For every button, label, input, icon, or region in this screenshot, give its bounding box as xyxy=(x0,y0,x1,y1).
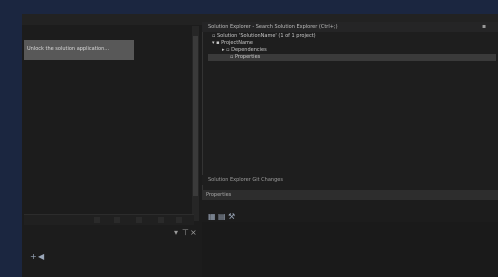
toolbar-tab-4[interactable] xyxy=(158,217,164,223)
tree-item-project[interactable]: ▾ ▪ ProjectName xyxy=(208,40,496,47)
ide-window: Unlock the solution application... ▾ ⊤ ×… xyxy=(22,14,498,277)
properties-body xyxy=(202,222,498,277)
solution-explorer-header: Solution Explorer - Search Solution Expl… xyxy=(202,22,498,32)
explorer-tab-strip: Solution Explorer Git Changes xyxy=(202,175,498,185)
tree-item-dependencies[interactable]: ▸ ▫ Dependencies xyxy=(208,47,496,54)
toolbar-tab-1[interactable] xyxy=(94,217,100,223)
left-bottom-toolbar xyxy=(24,214,194,225)
notice-banner[interactable]: Unlock the solution application... xyxy=(24,40,134,60)
toolbar-tab-3[interactable] xyxy=(136,217,142,223)
tree-item-solution[interactable]: ▫ Solution 'SolutionName' (1 of 1 projec… xyxy=(208,33,496,40)
add-icon[interactable]: + xyxy=(30,252,37,261)
toolbar-tab-5[interactable] xyxy=(176,217,182,223)
file-icon: ▫ xyxy=(230,54,234,60)
project-icon: ▪ xyxy=(216,40,220,46)
speaker-icon[interactable]: ◀ xyxy=(38,252,44,261)
solution-explorer-title: Solution Explorer - Search Solution Expl… xyxy=(208,24,338,30)
properties-title: Properties xyxy=(206,192,232,198)
expand-icon[interactable]: ▾ xyxy=(212,40,215,46)
panel-dropdown-icon[interactable]: ▾ xyxy=(174,228,178,237)
toolbar-tab-2[interactable] xyxy=(114,217,120,223)
alphabetical-icon[interactable]: ▤ xyxy=(218,212,226,221)
panel-close-icon[interactable]: × xyxy=(190,228,197,237)
panel-pin-icon[interactable]: ⊤ xyxy=(182,228,189,237)
expand-icon[interactable]: ▸ xyxy=(222,47,225,53)
solution-tree: ▫ Solution 'SolutionName' (1 of 1 projec… xyxy=(208,33,496,61)
explorer-tabs-text[interactable]: Solution Explorer Git Changes xyxy=(208,177,283,183)
properties-header: Properties xyxy=(202,190,498,200)
editor-scroll-thumb[interactable] xyxy=(193,36,198,196)
pin-icon[interactable]: ▪ xyxy=(482,23,486,30)
notice-text: Unlock the solution application... xyxy=(27,46,110,52)
wrench-icon[interactable]: ⚒ xyxy=(228,212,235,221)
solution-icon: ▫ xyxy=(212,33,216,39)
categorized-icon[interactable]: ▦ xyxy=(208,212,216,221)
folder-icon: ▫ xyxy=(226,47,230,53)
tree-item-properties[interactable]: ▫ Properties xyxy=(208,54,496,61)
